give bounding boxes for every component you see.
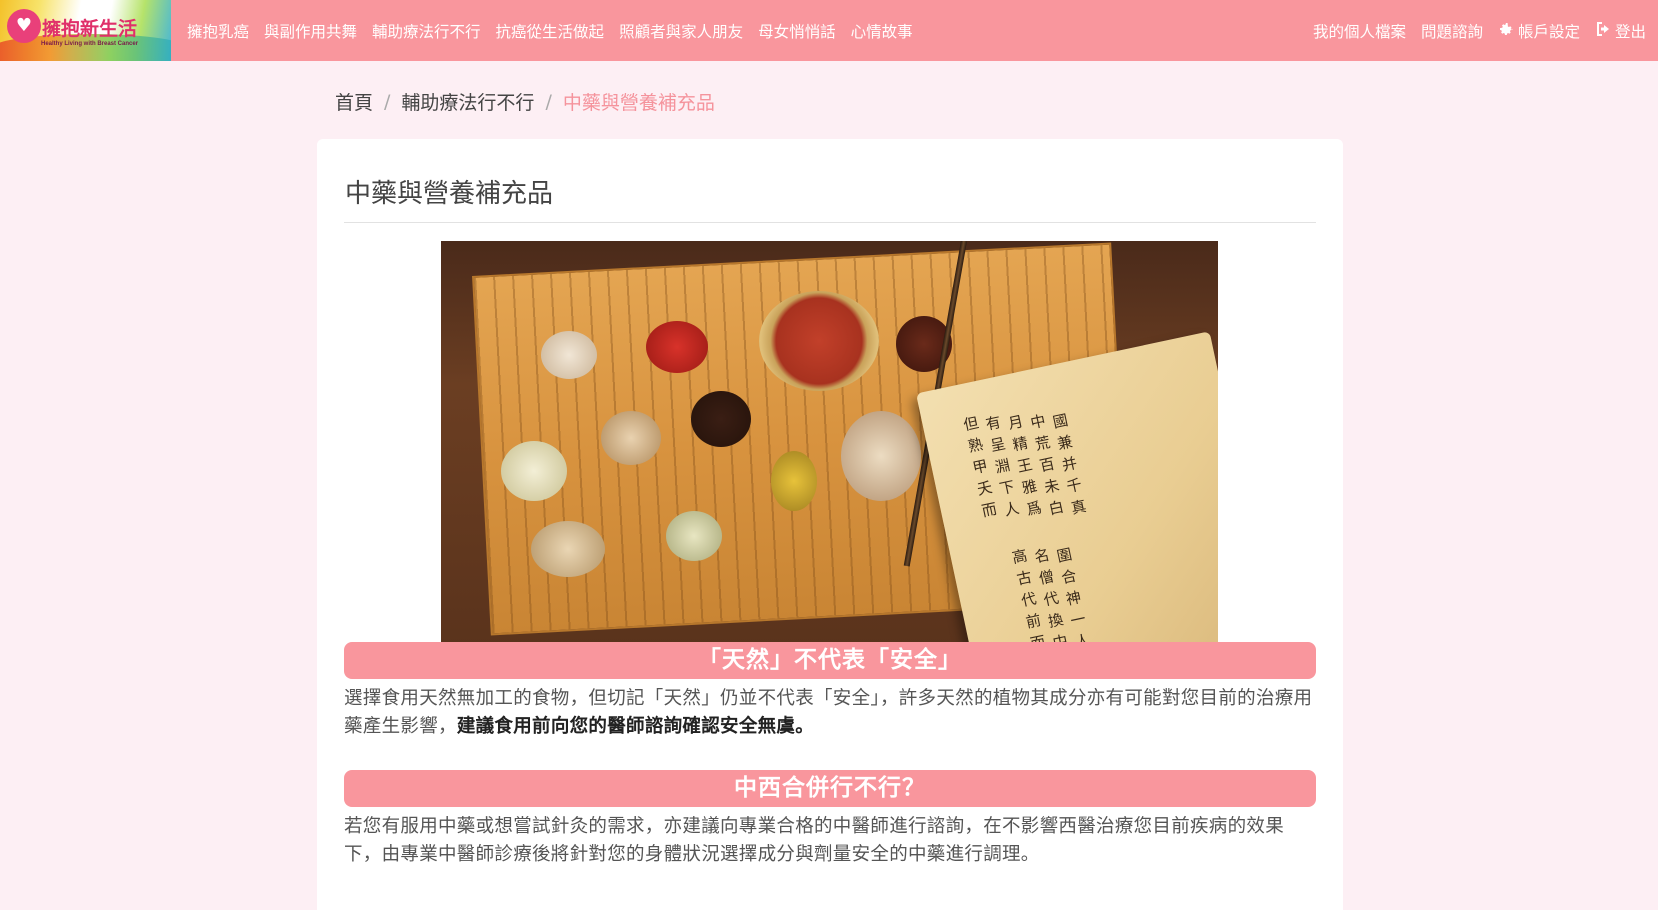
herb-pile xyxy=(646,321,708,373)
nav-item-mother-daughter[interactable]: 母女悄悄話 xyxy=(758,20,836,42)
nav-logout-link[interactable]: 登出 xyxy=(1595,20,1646,42)
breadcrumb-separator: / xyxy=(545,90,552,113)
breadcrumb-section[interactable]: 輔助療法行不行 xyxy=(401,88,534,115)
nav-item-lifestyle[interactable]: 抗癌從生活做起 xyxy=(496,20,605,42)
nav-profile-label: 我的個人檔案 xyxy=(1312,22,1406,41)
heart-icon: ♥ xyxy=(7,9,41,43)
section-emphasis: 建議食用前向您的醫師諮詢確認安全無虞。 xyxy=(456,716,815,737)
breadcrumb-separator: / xyxy=(384,90,391,113)
logo-subtitle: Healthy Living with Breast Cancer xyxy=(41,41,139,47)
nav-settings-link[interactable]: 帳戶設定 xyxy=(1498,20,1580,42)
nav-consult-link[interactable]: 問題諮詢 xyxy=(1421,20,1483,42)
breadcrumb-home[interactable]: 首頁 xyxy=(335,88,373,115)
herbal-medicine-image: 但熟甲夭而 有呈淵下人 月精王雅爲 中荒百未白 國兼并千真 高古代前而 名僧代換… xyxy=(441,241,1218,650)
scale-pan xyxy=(759,291,879,391)
nav-item-side-effects[interactable]: 與副作用共舞 xyxy=(264,20,357,42)
herb-pile xyxy=(541,331,597,379)
herb-pile xyxy=(771,451,817,511)
herb-pile xyxy=(601,411,661,465)
herb-pile xyxy=(531,521,605,577)
herb-pile xyxy=(501,441,567,501)
main-nav: 擁抱乳癌 與副作用共舞 輔助療法行不行 抗癌從生活做起 照顧者與家人朋友 母女悄… xyxy=(187,20,928,42)
user-nav: 我的個人檔案 問題諮詢 帳戶設定 登出 xyxy=(1298,0,1646,61)
site-logo[interactable]: ♥ 擁抱新生活 Healthy Living with Breast Cance… xyxy=(0,0,171,61)
herb-pile xyxy=(666,511,722,561)
breadcrumb-current: 中藥與營養補充品 xyxy=(562,92,715,114)
herb-pile xyxy=(841,411,921,501)
nav-consult-label: 問題諮詢 xyxy=(1420,22,1483,41)
breadcrumb: 首頁 / 輔助療法行不行 / 中藥與營養補充品 xyxy=(335,88,715,115)
top-navbar: ♥ 擁抱新生活 Healthy Living with Breast Cance… xyxy=(0,0,1658,61)
nav-item-embrace-breast-cancer[interactable]: 擁抱乳癌 xyxy=(187,20,249,42)
article-card: 中藥與營養補充品 但熟甲夭而 有呈淵下人 月精王雅爲 中荒百未白 國兼并千真 高… xyxy=(317,139,1343,910)
page-title: 中藥與營養補充品 xyxy=(345,179,554,209)
nav-logout-label: 登出 xyxy=(1614,22,1646,41)
title-divider xyxy=(344,222,1316,223)
nav-item-complementary-therapy[interactable]: 輔助療法行不行 xyxy=(372,20,481,42)
section-body-natural-safe: 選擇食用天然無加工的食物，但切記「天然」仍並不代表「安全」，許多天然的植物其成分… xyxy=(344,685,1319,741)
nav-settings-label: 帳戶設定 xyxy=(1517,22,1580,41)
herb-pile xyxy=(691,391,751,447)
nav-item-stories[interactable]: 心情故事 xyxy=(851,20,913,42)
nav-profile-link[interactable]: 我的個人檔案 xyxy=(1313,20,1406,42)
nav-item-caregivers[interactable]: 照顧者與家人朋友 xyxy=(619,20,743,42)
section-heading-natural-safe: 「天然」不代表「安全」 xyxy=(344,642,1316,679)
section-heading-combined-medicine: 中西合併行不行？ xyxy=(344,770,1316,807)
logo-title: 擁抱新生活 xyxy=(42,18,138,40)
sign-out-icon xyxy=(1595,21,1611,41)
gear-icon xyxy=(1498,21,1514,41)
section-body-combined-medicine: 若您有服用中藥或想嘗試針灸的需求，亦建議向專業合格的中醫師進行諮詢，在不影響西醫… xyxy=(344,816,1285,865)
